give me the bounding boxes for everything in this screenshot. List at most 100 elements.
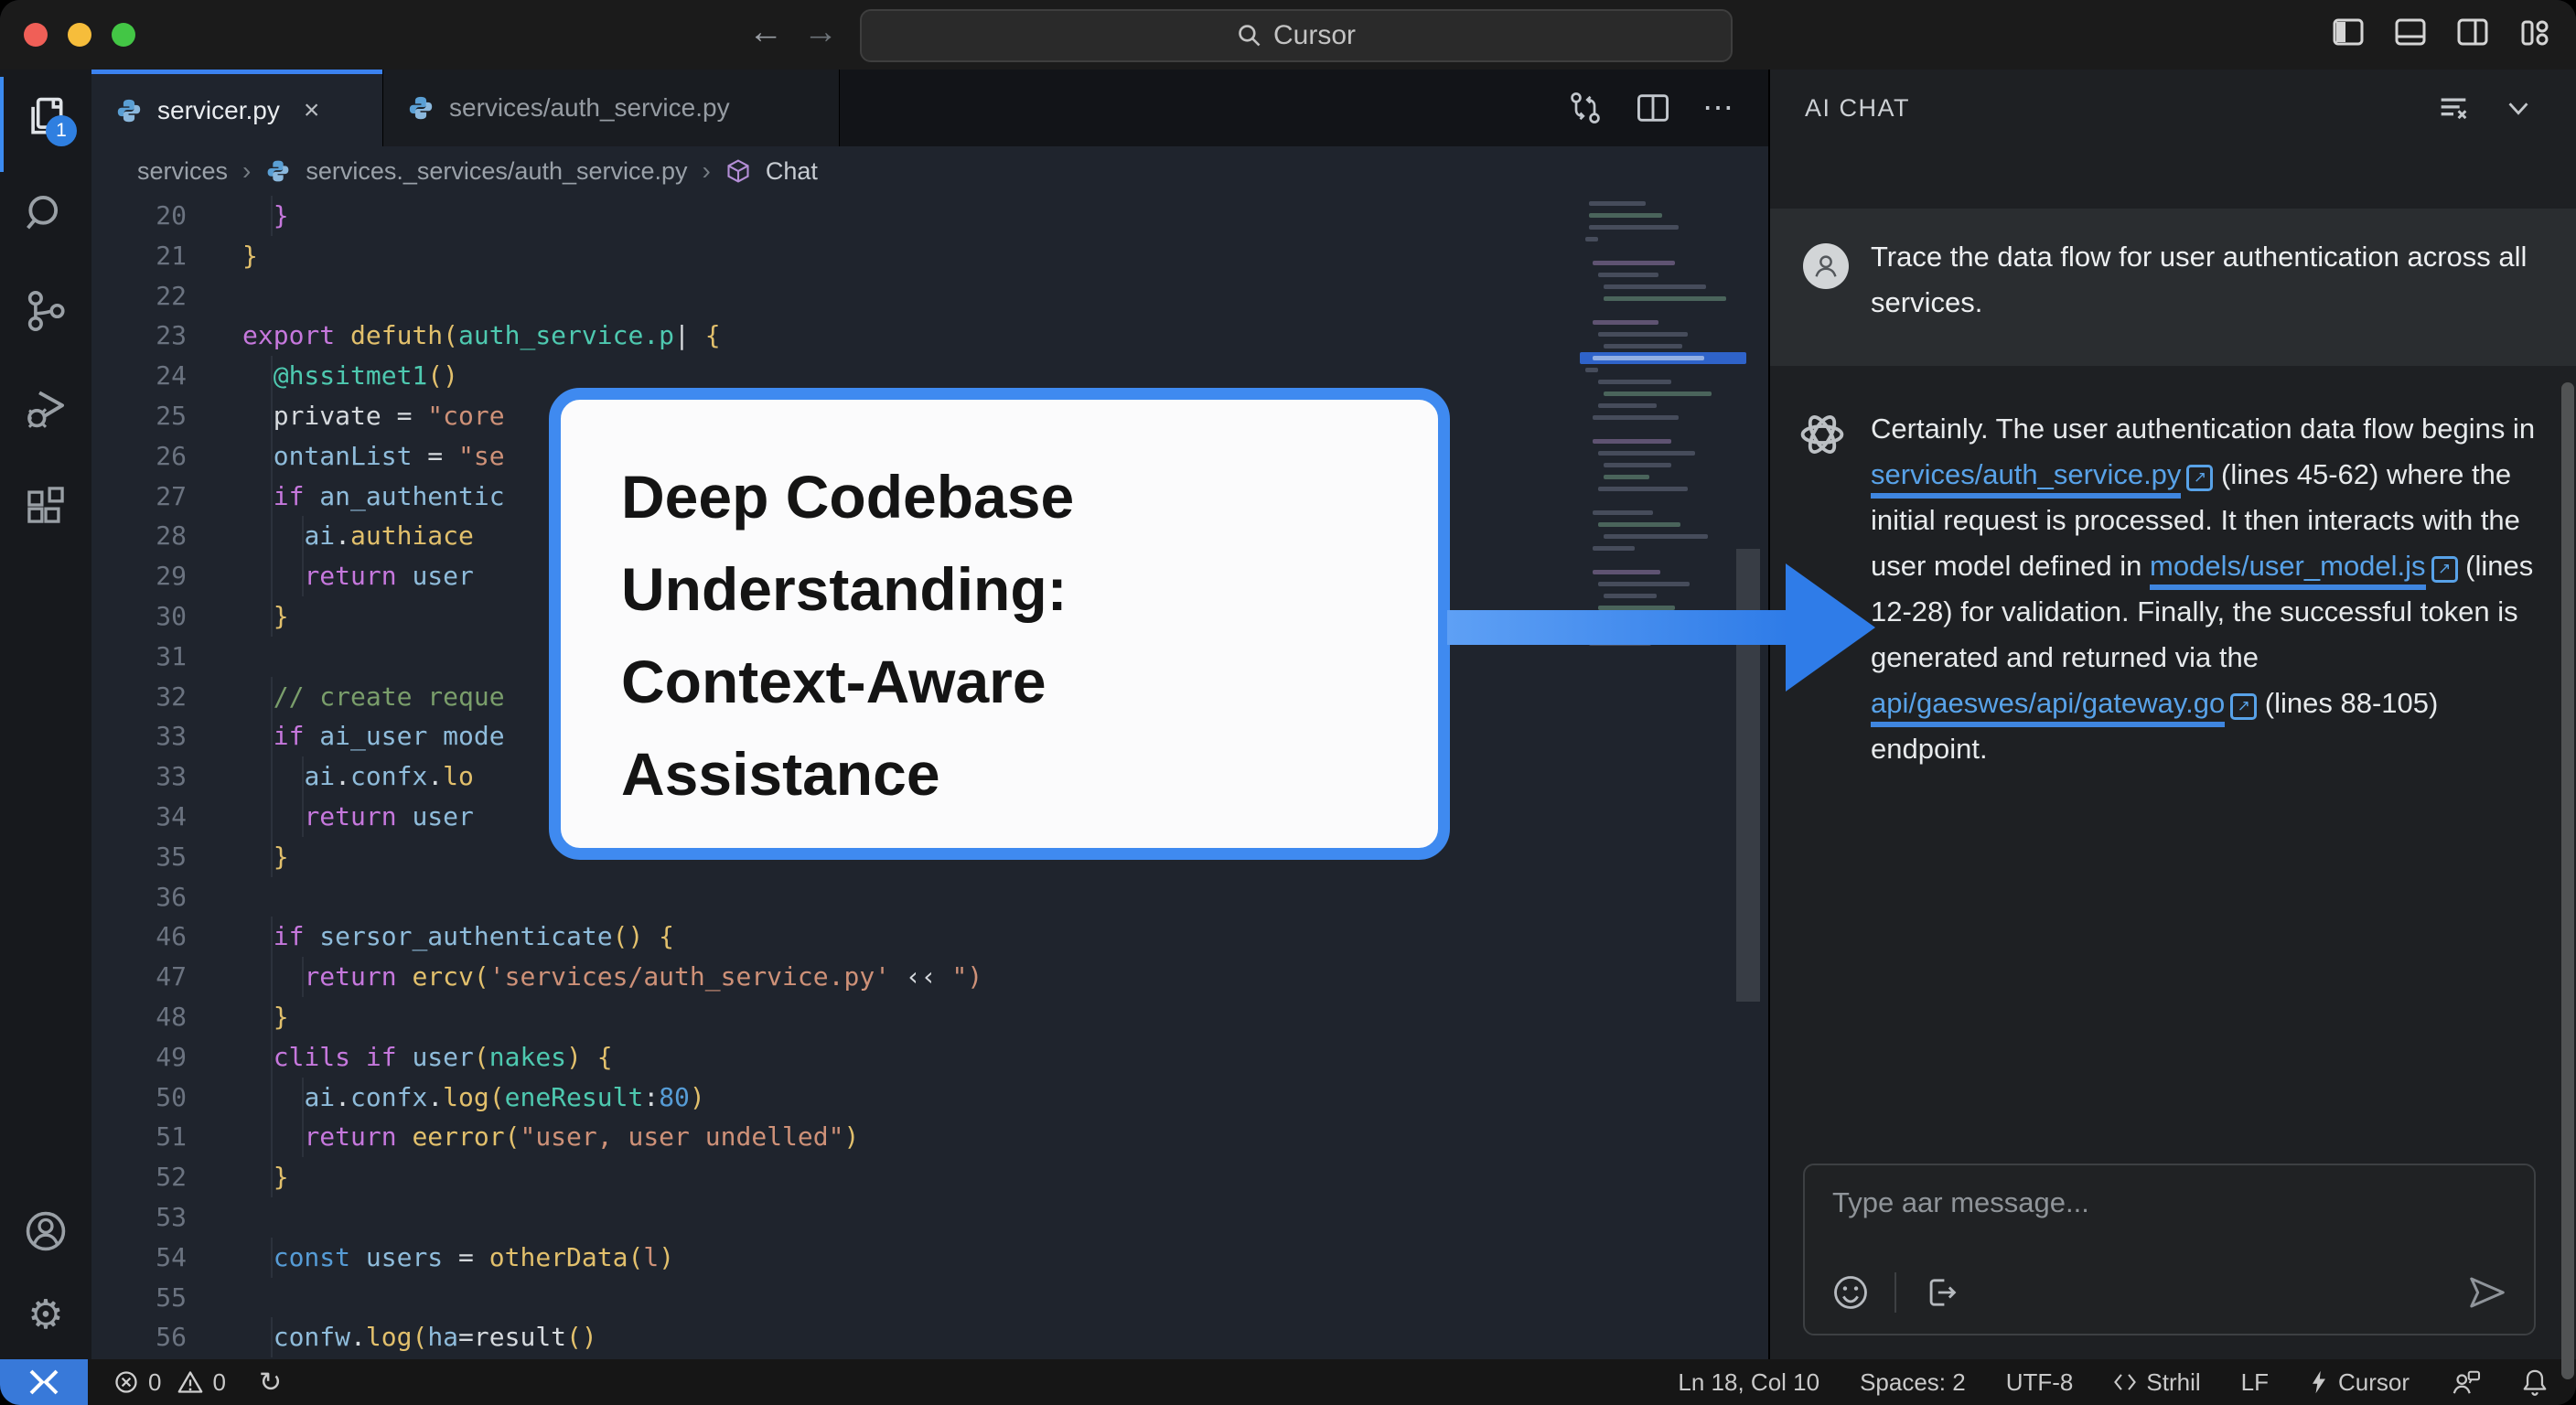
minimap-line bbox=[1598, 380, 1671, 384]
sidebar-item-source-control[interactable] bbox=[22, 287, 70, 335]
minimap-line bbox=[1604, 284, 1706, 289]
callout-text-line: Deep Codebase bbox=[621, 451, 1438, 543]
cursor-app-indicator[interactable]: Cursor bbox=[2309, 1368, 2410, 1397]
sidebar-item-explorer[interactable]: 1 bbox=[22, 93, 70, 141]
minimize-window-button[interactable] bbox=[68, 23, 91, 47]
person-icon bbox=[1810, 251, 1841, 282]
chat-header: AI CHAT bbox=[1770, 70, 2576, 146]
encoding-indicator[interactable]: UTF-8 bbox=[2006, 1368, 2074, 1397]
minimap-line bbox=[1604, 463, 1671, 467]
split-editor-icon[interactable] bbox=[1635, 90, 1671, 126]
close-window-button[interactable] bbox=[24, 23, 48, 47]
code-text: } bbox=[242, 196, 289, 236]
line-number: 26 bbox=[91, 436, 187, 477]
attach-context-icon[interactable] bbox=[1920, 1272, 1960, 1313]
toggle-secondary-sidebar-icon[interactable] bbox=[2455, 15, 2490, 49]
code-line: 49 clils if user(nakes) { bbox=[91, 1037, 1768, 1078]
breadcrumb-item-root[interactable]: services bbox=[137, 157, 228, 186]
line-number: 51 bbox=[91, 1117, 187, 1157]
tab-auth-service-py[interactable]: services/auth_service.py bbox=[382, 70, 840, 146]
minimap-line bbox=[1598, 403, 1657, 408]
zoom-window-button[interactable] bbox=[112, 23, 135, 47]
line-number: 28 bbox=[91, 516, 187, 556]
line-number: 48 bbox=[91, 997, 187, 1037]
callout-text-line: Assistance bbox=[621, 728, 1438, 820]
extensions-icon bbox=[23, 482, 69, 528]
chat-message-input[interactable] bbox=[1830, 1185, 2508, 1220]
warning-count: 0 bbox=[212, 1368, 225, 1397]
sync-icon[interactable]: ↻ bbox=[259, 1367, 282, 1399]
emoji-icon[interactable] bbox=[1830, 1272, 1871, 1313]
close-tab-icon[interactable]: × bbox=[304, 95, 320, 126]
error-icon bbox=[113, 1369, 139, 1395]
more-actions-icon[interactable]: ⋯ bbox=[1702, 90, 1735, 126]
python-file-icon bbox=[407, 94, 435, 122]
external-link-icon[interactable]: ↗ bbox=[2431, 556, 2458, 583]
toggle-panel-icon[interactable] bbox=[2393, 15, 2428, 49]
code-text: export defuth(auth_service.p| { bbox=[242, 316, 721, 356]
code-text: ai.confx.lo bbox=[242, 756, 474, 797]
eol-indicator[interactable]: LF bbox=[2241, 1368, 2269, 1397]
sidebar-item-search[interactable] bbox=[22, 190, 70, 238]
callout-arrow bbox=[1447, 556, 1905, 702]
code-line: 53 bbox=[91, 1197, 1768, 1238]
code-line: 55 bbox=[91, 1278, 1768, 1318]
language-mode-label: Strhil bbox=[2146, 1368, 2200, 1397]
error-count: 0 bbox=[148, 1368, 161, 1397]
problems-indicator[interactable]: 0 0 bbox=[113, 1368, 226, 1397]
callout-text-line: Understanding: bbox=[621, 543, 1438, 636]
external-link-icon[interactable]: ↗ bbox=[2186, 465, 2213, 491]
breadcrumb-item-file[interactable]: services._services/auth_service.py bbox=[306, 157, 687, 186]
sidebar-item-run-debug[interactable] bbox=[22, 384, 70, 432]
toggle-primary-sidebar-icon[interactable] bbox=[2331, 15, 2366, 49]
minimap-line bbox=[1593, 320, 1658, 325]
minimap-line bbox=[1593, 356, 1704, 360]
ai-assistant-icon bbox=[1798, 410, 1847, 464]
tab-servicer-py[interactable]: servicer.py × bbox=[91, 70, 382, 146]
chat-input-box[interactable] bbox=[1803, 1164, 2536, 1335]
command-center-search[interactable]: Cursor bbox=[860, 9, 1733, 62]
remote-indicator[interactable] bbox=[0, 1359, 88, 1405]
account-button[interactable] bbox=[22, 1207, 70, 1255]
code-text: if ai_user mode bbox=[242, 716, 505, 756]
line-number: 29 bbox=[91, 556, 187, 596]
minimap-line bbox=[1589, 213, 1662, 218]
file-reference-link[interactable]: api/gaeswes/api/gateway.go bbox=[1871, 687, 2225, 727]
file-reference-link[interactable]: services/auth_service.py bbox=[1871, 458, 2181, 499]
breadcrumb-item-symbol[interactable]: Chat bbox=[766, 157, 818, 186]
customize-layout-icon[interactable] bbox=[2517, 15, 2552, 49]
line-number: 24 bbox=[91, 356, 187, 396]
command-center-label: Cursor bbox=[1273, 20, 1356, 51]
code-line: 50 ai.confx.log(eneResult:80) bbox=[91, 1078, 1768, 1118]
code-text: return eerror("user, user undelled") bbox=[242, 1117, 859, 1157]
ai-chat-panel: AI CHAT bbox=[1768, 70, 2576, 1359]
notifications-bell-icon[interactable] bbox=[2521, 1367, 2549, 1397]
window-scrollbar[interactable] bbox=[2561, 382, 2574, 1379]
minimap-line bbox=[1598, 451, 1695, 456]
language-mode-indicator[interactable]: Strhil bbox=[2113, 1368, 2200, 1397]
search-icon bbox=[1237, 23, 1262, 48]
settings-button[interactable]: ⚙ bbox=[22, 1292, 70, 1339]
minimap-line bbox=[1585, 368, 1598, 372]
filter-icon[interactable] bbox=[2435, 90, 2472, 126]
external-link-icon[interactable]: ↗ bbox=[2230, 693, 2257, 720]
file-reference-link[interactable]: models/user_model.js bbox=[2150, 550, 2426, 590]
chevron-down-icon[interactable] bbox=[2503, 92, 2534, 123]
code-line: 36 bbox=[91, 877, 1768, 917]
code-line: 56 confw.log(ha=result() bbox=[91, 1317, 1768, 1357]
line-number: 56 bbox=[91, 1317, 187, 1357]
cursor-position-indicator[interactable]: Ln 18, Col 10 bbox=[1678, 1368, 1819, 1397]
minimap-line bbox=[1598, 487, 1688, 491]
minimap-line bbox=[1593, 510, 1653, 515]
callout-text-line: Context-Aware bbox=[621, 636, 1438, 728]
ai-message-segment: Certainly. The user authentication data … bbox=[1871, 413, 2535, 445]
send-icon[interactable] bbox=[2466, 1271, 2508, 1314]
line-number: 33 bbox=[91, 716, 187, 756]
source-control-icon bbox=[23, 288, 69, 334]
navigate-back-button[interactable]: ← bbox=[748, 13, 783, 52]
navigate-forward-button[interactable]: → bbox=[803, 13, 838, 52]
sidebar-item-extensions[interactable] bbox=[22, 481, 70, 529]
feedback-icon[interactable] bbox=[2450, 1368, 2481, 1396]
compare-changes-icon[interactable] bbox=[1567, 90, 1604, 126]
indentation-indicator[interactable]: Spaces: 2 bbox=[1860, 1368, 1966, 1397]
